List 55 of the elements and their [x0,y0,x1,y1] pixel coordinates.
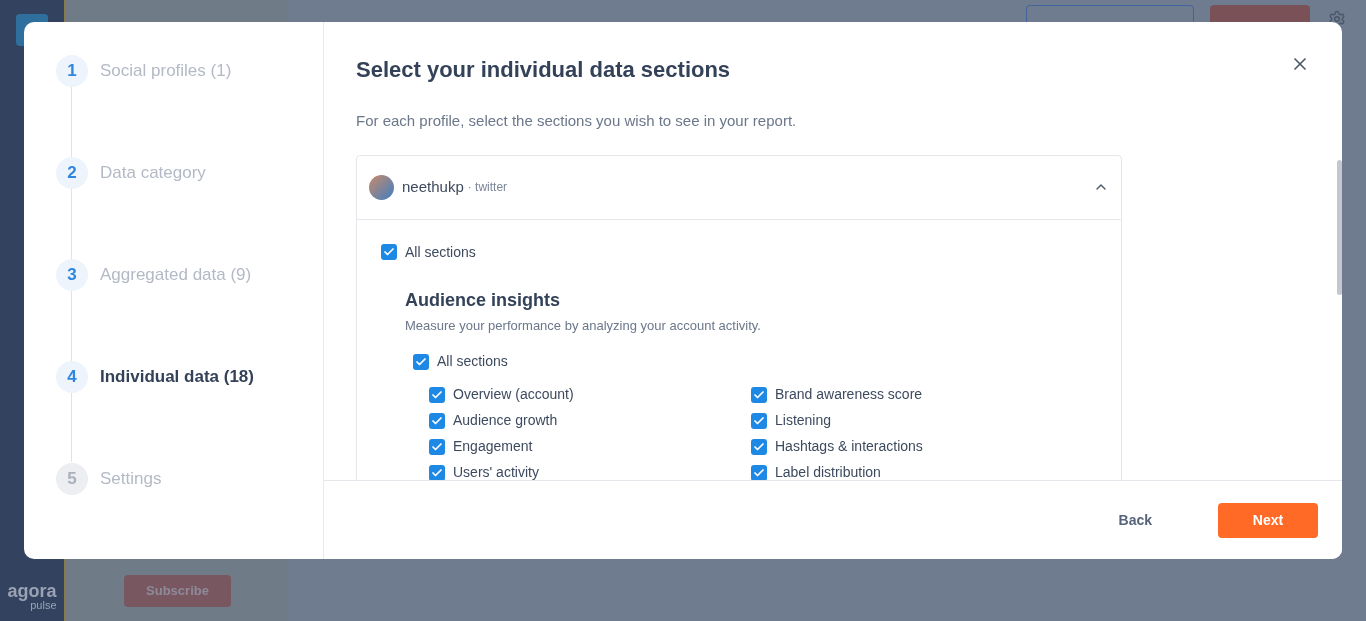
check-icon [753,414,765,427]
check-icon [753,440,765,453]
checkbox[interactable] [751,386,767,403]
checkbox[interactable] [751,464,767,480]
section-title: Audience insights [405,288,562,312]
step-label[interactable]: Social profiles (1) [100,58,232,84]
checkbox-label: Overview (account) [453,385,574,404]
step-number: 5 [56,463,88,495]
checkbox-label: Brand awareness score [775,385,923,404]
logo-name: agora [7,582,57,600]
checkbox-label: Label distribution [775,463,881,480]
checkbox[interactable] [751,412,767,429]
checkbox[interactable] [429,438,445,455]
step-number: 4 [56,361,88,393]
checkbox-label: Users' activity [453,463,539,480]
section-description: Measure your performance by analyzing your account activity. [405,316,762,335]
check-icon [431,414,443,427]
back-button[interactable]: Back [1098,502,1172,538]
checkbox[interactable] [429,386,445,403]
checkbox[interactable] [429,412,445,429]
checkbox-label: All sections [405,242,476,262]
profile-header[interactable]: neethukp · twitter [357,155,1121,220]
checkbox-label: Audience growth [453,411,558,430]
step-number: 1 [56,55,88,87]
checkbox[interactable] [381,244,397,260]
network-label: · twitter [467,179,508,196]
step-label[interactable]: Aggregated data (9) [100,262,252,288]
dialog-subtitle: For each profile, select the sections you wish to see in your report. [356,111,798,131]
check-icon [383,246,395,258]
check-icon [415,355,427,368]
checkbox-label: Listening [775,411,832,430]
check-icon [753,466,765,479]
scrollbar-thumb[interactable] [1337,160,1342,295]
settings-icon[interactable] [1328,10,1346,28]
checkbox[interactable] [429,464,445,480]
check-icon [431,440,443,453]
checkbox-label: Hashtags & interactions [775,437,923,456]
step-label[interactable]: Data category [100,160,206,186]
check-icon [753,388,765,401]
step-number: 3 [56,259,88,291]
dialog-title: Select your individual data sections [356,56,731,84]
logo-tagline: pulse [30,600,57,611]
step-label[interactable]: Individual data (18) [100,364,254,390]
check-icon [431,388,443,401]
step-number: 2 [56,157,88,189]
checkbox[interactable] [751,438,767,455]
check-icon [431,466,443,479]
checkbox-label: Engagement [453,437,533,456]
profile-name: neethukp [402,176,464,197]
avatar [369,174,394,200]
checkbox-label: All sections [437,352,508,371]
next-button[interactable]: Next [1218,502,1318,538]
subscribe-button[interactable]: Subscribe [124,575,231,607]
step-label[interactable]: Settings [100,466,162,492]
checkbox[interactable] [413,353,429,370]
